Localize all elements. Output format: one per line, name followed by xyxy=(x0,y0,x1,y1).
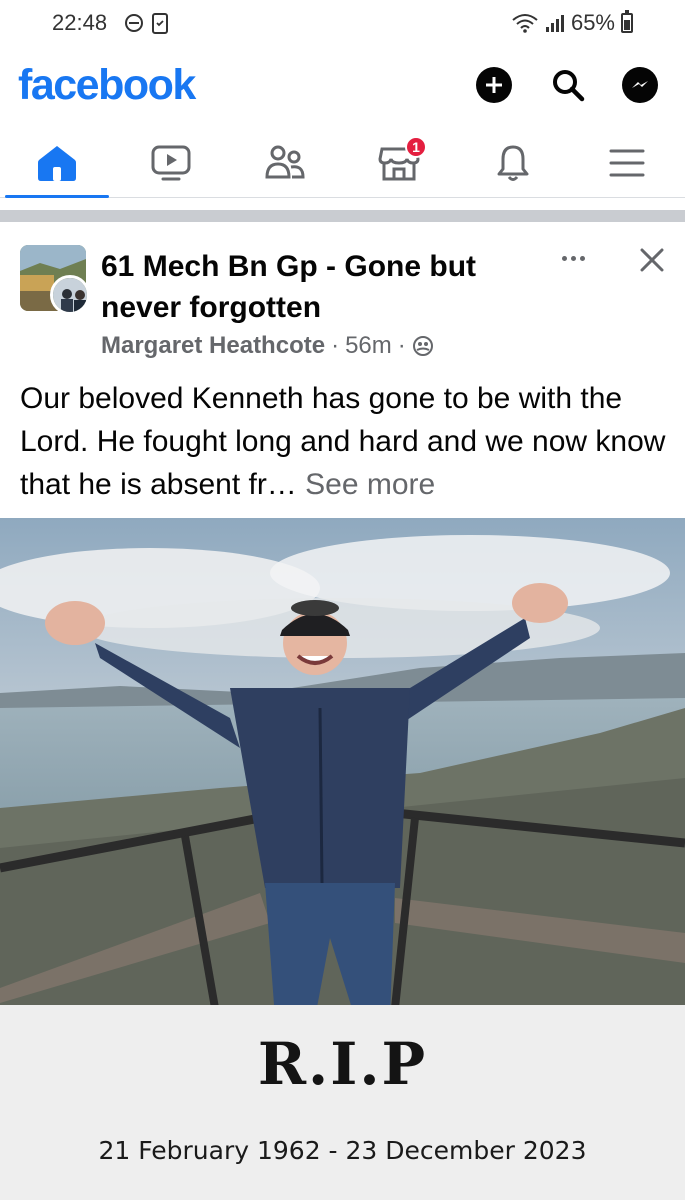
status-notification-icons xyxy=(124,12,168,34)
search-button[interactable] xyxy=(550,67,586,103)
author-name-link[interactable]: Margaret Heathcote xyxy=(101,332,325,360)
clipboard-icon xyxy=(152,13,168,34)
tab-menu[interactable] xyxy=(597,138,657,188)
feed-separator xyxy=(0,210,685,222)
rip-title: R.I.P xyxy=(257,1030,428,1098)
nav-tab-bar: 1 xyxy=(0,128,685,198)
author-avatar[interactable] xyxy=(50,275,90,315)
see-more-link[interactable]: See more xyxy=(305,468,435,501)
friends-icon xyxy=(265,145,305,179)
video-icon xyxy=(151,145,191,181)
rip-dates: 21 February 1962 - 23 December 2023 xyxy=(98,1136,587,1165)
meta-separator: · xyxy=(397,332,406,359)
ellipsis-dot xyxy=(579,255,585,261)
post-options-button[interactable] xyxy=(555,248,591,268)
tab-marketplace[interactable]: 1 xyxy=(369,136,429,188)
post-meta: Margaret Heathcote · 56m · xyxy=(101,332,434,360)
hide-post-button[interactable] xyxy=(634,242,670,278)
battery-icon xyxy=(621,10,633,33)
facebook-logo[interactable]: facebook xyxy=(18,61,196,110)
tab-home[interactable] xyxy=(27,138,87,188)
wifi-icon xyxy=(512,14,538,33)
post-avatar[interactable] xyxy=(20,245,90,315)
meta-separator: · xyxy=(331,332,340,359)
menu-icon xyxy=(609,149,645,177)
do-not-disturb-icon xyxy=(125,14,143,32)
post-body: Our beloved Kenneth has gone to be with … xyxy=(20,377,670,506)
status-time: 22:48 xyxy=(52,10,108,35)
ellipsis-dot xyxy=(570,255,576,261)
battery-percent: 65% xyxy=(570,10,615,35)
tab-friends[interactable] xyxy=(255,138,315,188)
tab-notifications[interactable] xyxy=(483,138,543,188)
home-icon xyxy=(38,146,76,181)
plus-icon xyxy=(486,77,502,93)
post-time[interactable]: 56m xyxy=(345,332,392,360)
ellipsis-dot xyxy=(561,255,567,261)
close-icon xyxy=(640,248,664,272)
active-tab-indicator xyxy=(5,195,109,198)
marketplace-badge: 1 xyxy=(405,136,427,158)
search-icon xyxy=(553,70,585,102)
group-name-link[interactable]: 61 Mech Bn Gp - Gone but never forgotten xyxy=(101,246,531,328)
bell-icon xyxy=(497,145,529,181)
messenger-button[interactable] xyxy=(622,67,658,103)
author-photo xyxy=(53,278,87,312)
create-button[interactable] xyxy=(476,67,512,103)
tab-video[interactable] xyxy=(141,138,201,188)
app-header: facebook xyxy=(0,55,685,127)
messenger-icon xyxy=(632,81,648,88)
audience-members-icon xyxy=(412,336,433,356)
status-bar: 22:48 65% xyxy=(0,0,685,50)
signal-icon xyxy=(545,15,564,32)
status-right: 65% xyxy=(511,10,633,36)
